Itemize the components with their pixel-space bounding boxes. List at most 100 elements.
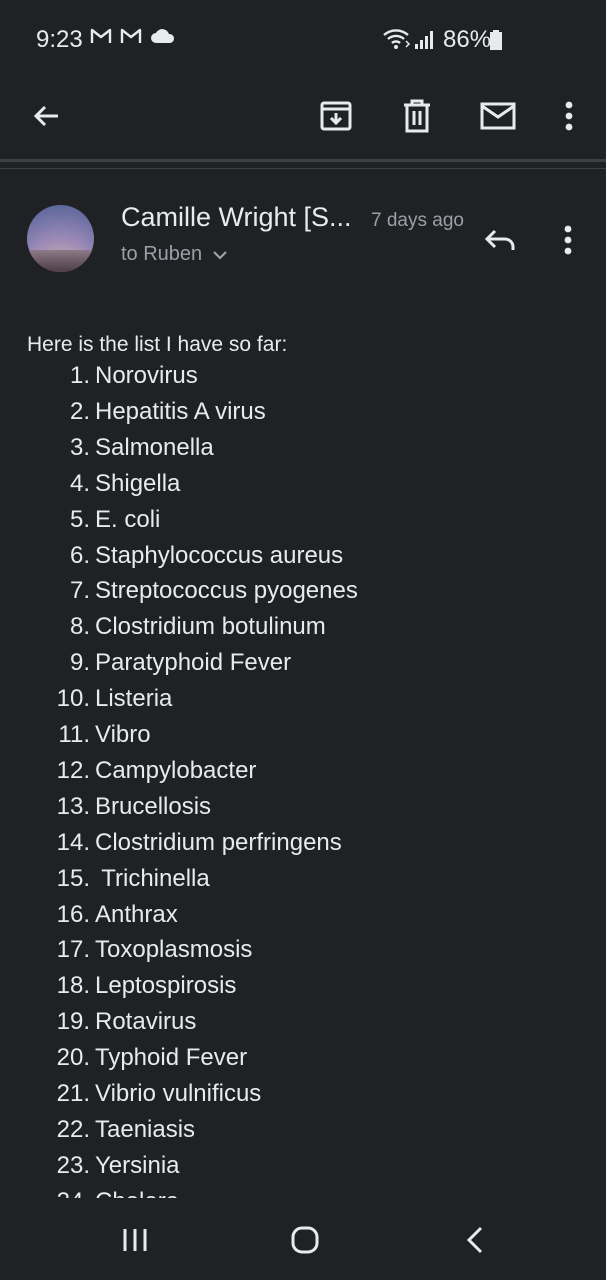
list-item: 23. Yersinia — [0, 1152, 606, 1188]
list-item-text: E. coli — [95, 505, 161, 533]
list-item: 19. Rotavirus — [0, 1008, 606, 1044]
wifi-icon — [382, 26, 412, 55]
list-item-text: Paratyphoid Fever — [95, 649, 292, 677]
toolbar — [0, 80, 606, 156]
list-item-text: Yersinia — [95, 1151, 180, 1179]
list-item-number: 8. — [69, 613, 90, 641]
delete-icon[interactable] — [395, 94, 439, 138]
list-item-number: 2. — [69, 397, 90, 425]
list-item-number: 16. — [56, 900, 90, 928]
back-arrow-icon[interactable] — [24, 94, 68, 138]
mark-unread-icon[interactable] — [476, 94, 520, 138]
list-item-number: 23. — [56, 1151, 90, 1179]
list-item-text: Leptospirosis — [95, 972, 237, 1000]
list-item: 7. Streptococcus pyogenes — [0, 577, 606, 613]
gmail-icon — [90, 28, 112, 49]
back-icon[interactable] — [450, 1218, 500, 1262]
notification-icons — [90, 28, 176, 49]
cloud-icon — [150, 28, 176, 49]
email-screen: 9:23 86% Camille Wright [S... 7 days ago… — [0, 0, 606, 1280]
battery-icon — [490, 30, 502, 50]
list-item-number: 6. — [69, 541, 90, 569]
navigation-bar — [0, 1198, 606, 1280]
reply-icon[interactable] — [478, 218, 522, 262]
list-item-text: Streptococcus pyogenes — [95, 577, 358, 605]
list-item: 13. Brucellosis — [0, 793, 606, 829]
list-item: 1. Norovirus — [0, 362, 606, 398]
list-item: 21. Vibrio vulnificus — [0, 1080, 606, 1116]
divider — [0, 168, 606, 169]
list-item: 17. Toxoplasmosis — [0, 936, 606, 972]
list-item-number: 17. — [56, 936, 90, 964]
list-item-number: 20. — [56, 1044, 90, 1072]
recents-icon[interactable] — [110, 1218, 160, 1262]
battery-percent: 86% — [443, 26, 492, 53]
gmail-icon — [120, 28, 142, 49]
sender-name[interactable]: Camille Wright [S... — [121, 202, 352, 233]
list-item: 15. Trichinella — [0, 865, 606, 901]
list-item-text: Rotavirus — [95, 1008, 197, 1036]
list-item: 3. Salmonella — [0, 434, 606, 470]
list-item-number: 11. — [58, 721, 90, 748]
list-item-text: Anthrax — [95, 900, 178, 928]
list-item-text: Staphylococcus aureus — [95, 541, 344, 569]
list-item-text: Toxoplasmosis — [95, 936, 253, 964]
list-item-text: Hepatitis A virus — [95, 397, 266, 425]
list-item: 9. Paratyphoid Fever — [0, 649, 606, 685]
message-intro: Here is the list I have so far: — [27, 333, 288, 356]
more-vert-icon[interactable] — [547, 94, 591, 138]
list-item-text: Vibro — [95, 721, 151, 748]
list-item-number: 12. — [56, 756, 90, 784]
recipient-details[interactable]: to Ruben — [121, 243, 228, 266]
message-list: 1. Norovirus 2. Hepatitis A virus 3. Salmonel… — [0, 360, 606, 1198]
list-item-number: 7. — [69, 577, 90, 605]
list-item-text: Trichinella — [95, 864, 210, 892]
list-item-text: Typhoid Fever — [95, 1044, 248, 1072]
list-item-number: 1. — [69, 362, 90, 389]
list-item: 22. Taeniasis — [0, 1116, 606, 1152]
list-item: 10. Listeria — [0, 685, 606, 721]
list-item-text: Taeniasis — [95, 1115, 196, 1143]
list-item-number: 21. — [56, 1080, 90, 1107]
list-item-number: 13. — [56, 792, 90, 820]
list-item-number: 19. — [56, 1008, 90, 1036]
list-item-text: Vibrio vulnificus — [95, 1080, 262, 1107]
list-item: 5. E. coli — [0, 506, 606, 542]
home-icon[interactable] — [280, 1218, 330, 1262]
list-item-number: 18. — [56, 972, 90, 1000]
list-item-number: 22. — [56, 1115, 90, 1143]
list-item-text: Campylobacter — [95, 756, 257, 784]
list-item-text: Clostridium perfringens — [95, 828, 342, 856]
list-item-number: 15. — [56, 864, 90, 892]
archive-icon[interactable] — [314, 94, 358, 138]
list-item-text: Listeria — [95, 685, 173, 713]
list-item-number: 5. — [69, 505, 90, 533]
list-item-number: 24. — [20, 1188, 90, 1198]
list-item: 16. Anthrax — [0, 901, 606, 937]
message-more-icon[interactable] — [548, 218, 588, 262]
list-item-text: Clostridium botulinum — [95, 613, 326, 641]
list-item: 24. Cholera — [0, 1188, 606, 1198]
list-item-number: 4. — [69, 469, 90, 497]
list-item-text: Cholera — [95, 1188, 179, 1198]
list-item-text: Salmonella — [95, 433, 214, 461]
list-item: 6. Staphylococcus aureus — [0, 542, 606, 578]
list-item-number: 9. — [69, 649, 90, 677]
status-time: 9:23 — [36, 26, 83, 53]
list-item-number: 10. — [56, 685, 90, 713]
chevron-down-icon[interactable] — [212, 243, 228, 266]
list-item: 14. Clostridium perfringens — [0, 829, 606, 865]
divider — [0, 159, 606, 162]
list-item: 2. Hepatitis A virus — [0, 398, 606, 434]
avatar[interactable] — [27, 205, 94, 272]
status-bar: 9:23 86% — [0, 0, 606, 80]
recipient-label: to Ruben — [121, 243, 203, 265]
list-item: 4. Shigella — [0, 470, 606, 506]
signal-icon — [414, 28, 436, 55]
list-item-number: 14. — [56, 828, 90, 856]
list-item: 18. Leptospirosis — [0, 972, 606, 1008]
list-item: 11. Vibro — [0, 721, 606, 757]
list-item-text: Norovirus — [95, 362, 198, 389]
list-item-number: 3. — [69, 433, 90, 461]
list-item: 12. Campylobacter — [0, 757, 606, 793]
